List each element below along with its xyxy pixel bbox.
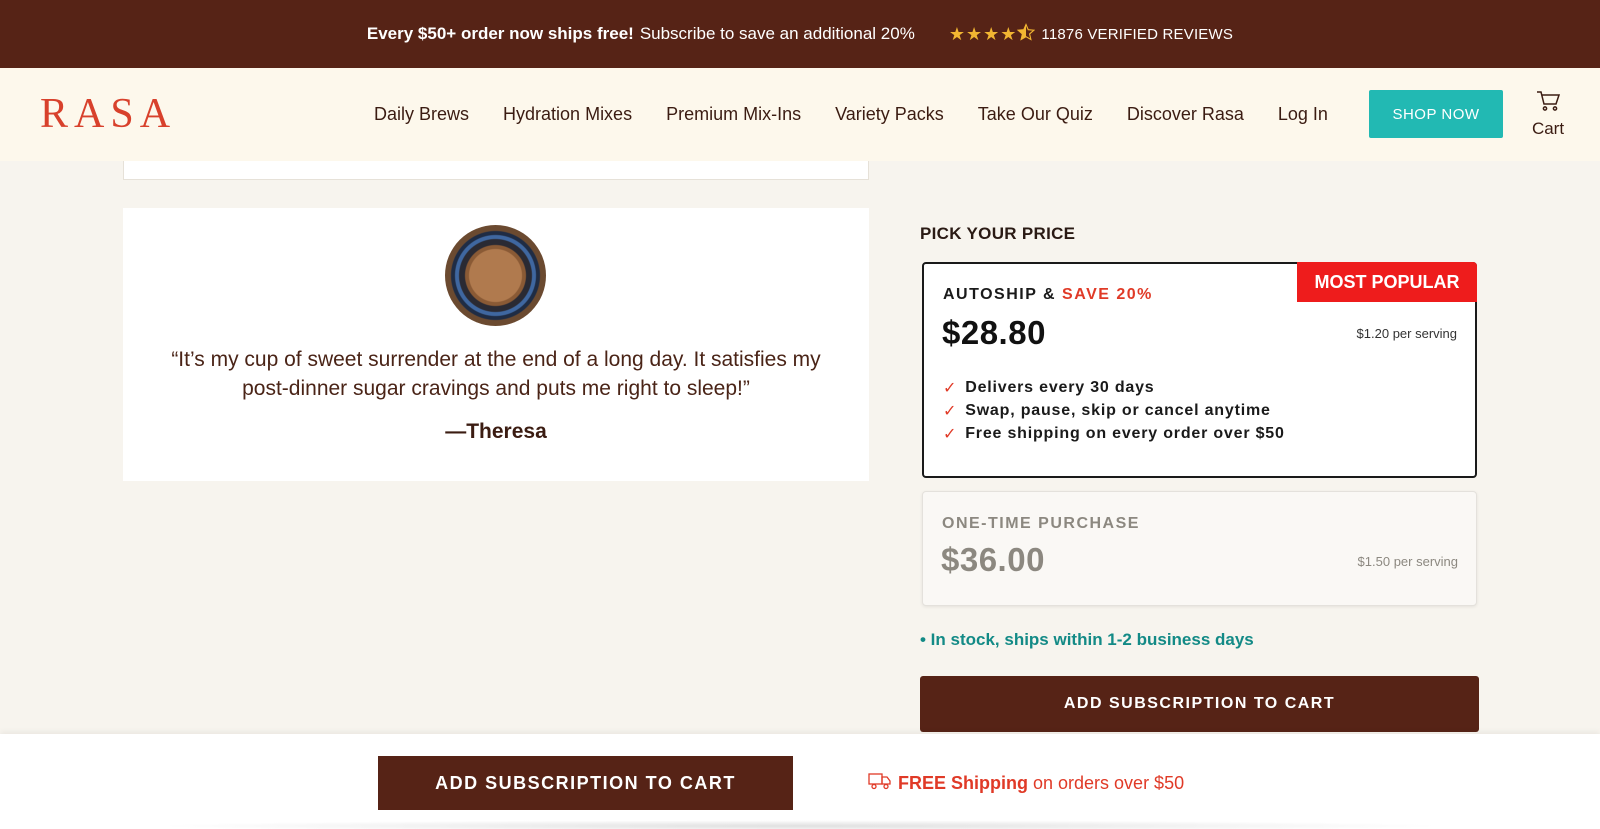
list-item: ✓ Swap, pause, skip or cancel anytime: [943, 399, 1285, 422]
bottom-shadow: [150, 820, 1450, 829]
star-icon: ★: [948, 23, 966, 44]
check-icon: ✓: [943, 379, 958, 397]
one-time-per-serving: $1.50 per serving: [1357, 554, 1458, 569]
nav-link-daily-brews[interactable]: Daily Brews: [374, 104, 469, 125]
nav-links: Daily Brews Hydration Mixes Premium Mix-…: [374, 68, 1362, 161]
nav-link-hydration-mixes[interactable]: Hydration Mixes: [503, 104, 632, 125]
autoship-label: AUTOSHIP & SAVE 20%: [943, 286, 1153, 304]
cart-icon: [1536, 91, 1561, 116]
announcement-bar: Every $50+ order now ships free! Subscri…: [0, 0, 1600, 68]
one-time-option[interactable]: ONE-TIME PURCHASE $36.00 $1.50 per servi…: [922, 491, 1477, 606]
cart-button[interactable]: Cart: [1525, 90, 1571, 139]
testimonial-author: —Theresa: [445, 420, 547, 443]
testimonial-card: “It’s my cup of sweet surrender at the e…: [123, 208, 869, 481]
feature-text: Delivers every 30 days: [965, 378, 1155, 396]
list-item: ✓ Delivers every 30 days: [943, 376, 1285, 399]
truck-icon: [868, 772, 892, 795]
sticky-cart-bar: ADD SUBSCRIPTION TO CART FREE Shipping o…: [0, 734, 1600, 829]
one-time-price: $36.00: [941, 541, 1045, 578]
shipping-note: FREE Shipping on orders over $50: [868, 772, 1184, 795]
feature-text: Free shipping on every order over $50: [965, 424, 1285, 442]
one-time-label: ONE-TIME PURCHASE: [942, 515, 1140, 532]
cart-label: Cart: [1531, 119, 1565, 138]
star-icon: ★: [1000, 23, 1018, 44]
check-icon: ✓: [943, 425, 958, 443]
nav-link-premium-mix-ins[interactable]: Premium Mix-Ins: [666, 104, 801, 125]
logo[interactable]: RASA: [40, 90, 176, 138]
announcement-text: Subscribe to save an additional 20%: [639, 24, 915, 43]
shipping-rest-text: on orders over $50: [1033, 773, 1185, 793]
rating-stars[interactable]: ★ ★ ★ ★: [948, 22, 1036, 46]
nav-link-log-in[interactable]: Log In: [1278, 104, 1328, 125]
autoship-features: ✓ Delivers every 30 days ✓ Swap, pause, sk…: [943, 376, 1285, 445]
autoship-option[interactable]: MOST POPULAR AUTOSHIP & SAVE 20% $28.80 …: [922, 262, 1477, 478]
sticky-add-subscription-button[interactable]: ADD SUBSCRIPTION TO CART: [378, 756, 793, 810]
nav-link-variety-packs[interactable]: Variety Packs: [835, 104, 944, 125]
half-star-icon: [1017, 22, 1036, 46]
feature-text: Swap, pause, skip or cancel anytime: [965, 401, 1271, 419]
announcement-bold: Every $50+ order now ships free!: [366, 24, 634, 43]
autoship-per-serving: $1.20 per serving: [1356, 326, 1457, 341]
star-icon: ★: [983, 23, 1001, 44]
reviews-count[interactable]: 11876 VERIFIED REVIEWS: [1041, 26, 1233, 43]
previous-card: [123, 161, 869, 180]
main-nav: RASA Daily Brews Hydration Mixes Premium…: [0, 68, 1600, 161]
star-icon: ★: [965, 23, 984, 44]
list-item: ✓ Free shipping on every order over $50: [943, 422, 1285, 445]
shop-now-button[interactable]: SHOP NOW: [1369, 90, 1503, 138]
nav-link-discover-rasa[interactable]: Discover Rasa: [1127, 104, 1244, 125]
pick-price-heading: PICK YOUR PRICE: [920, 224, 1076, 243]
autoship-label-text: AUTOSHIP &: [943, 286, 1057, 303]
autoship-save-text: SAVE 20%: [1062, 286, 1153, 303]
nav-link-take-our-quiz[interactable]: Take Our Quiz: [978, 104, 1093, 125]
check-icon: ✓: [943, 402, 958, 420]
add-subscription-button[interactable]: ADD SUBSCRIPTION TO CART: [920, 676, 1479, 732]
testimonial-image: [445, 225, 546, 326]
testimonial-quote: “It’s my cup of sweet surrender at the e…: [171, 348, 821, 400]
autoship-price: $28.80: [942, 314, 1046, 351]
most-popular-badge: MOST POPULAR: [1297, 262, 1477, 302]
free-shipping-text: FREE Shipping: [898, 773, 1028, 793]
stock-status: • In stock, ships within 1-2 business da…: [920, 630, 1254, 649]
